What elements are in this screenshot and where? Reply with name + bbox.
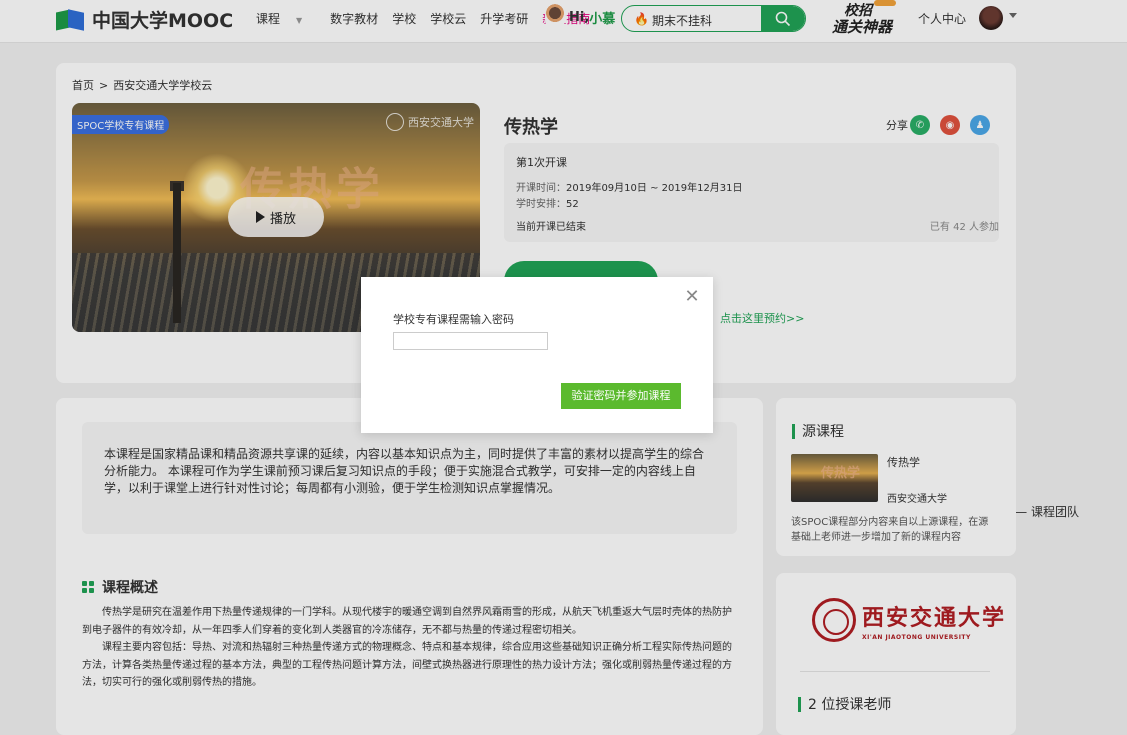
password-label: 学校专有课程需输入密码 bbox=[393, 313, 514, 326]
password-input[interactable] bbox=[393, 332, 548, 350]
verify-join-button[interactable]: 验证密码并参加课程 bbox=[561, 383, 681, 409]
close-icon[interactable]: ✕ bbox=[684, 288, 700, 306]
password-modal bbox=[361, 277, 713, 433]
